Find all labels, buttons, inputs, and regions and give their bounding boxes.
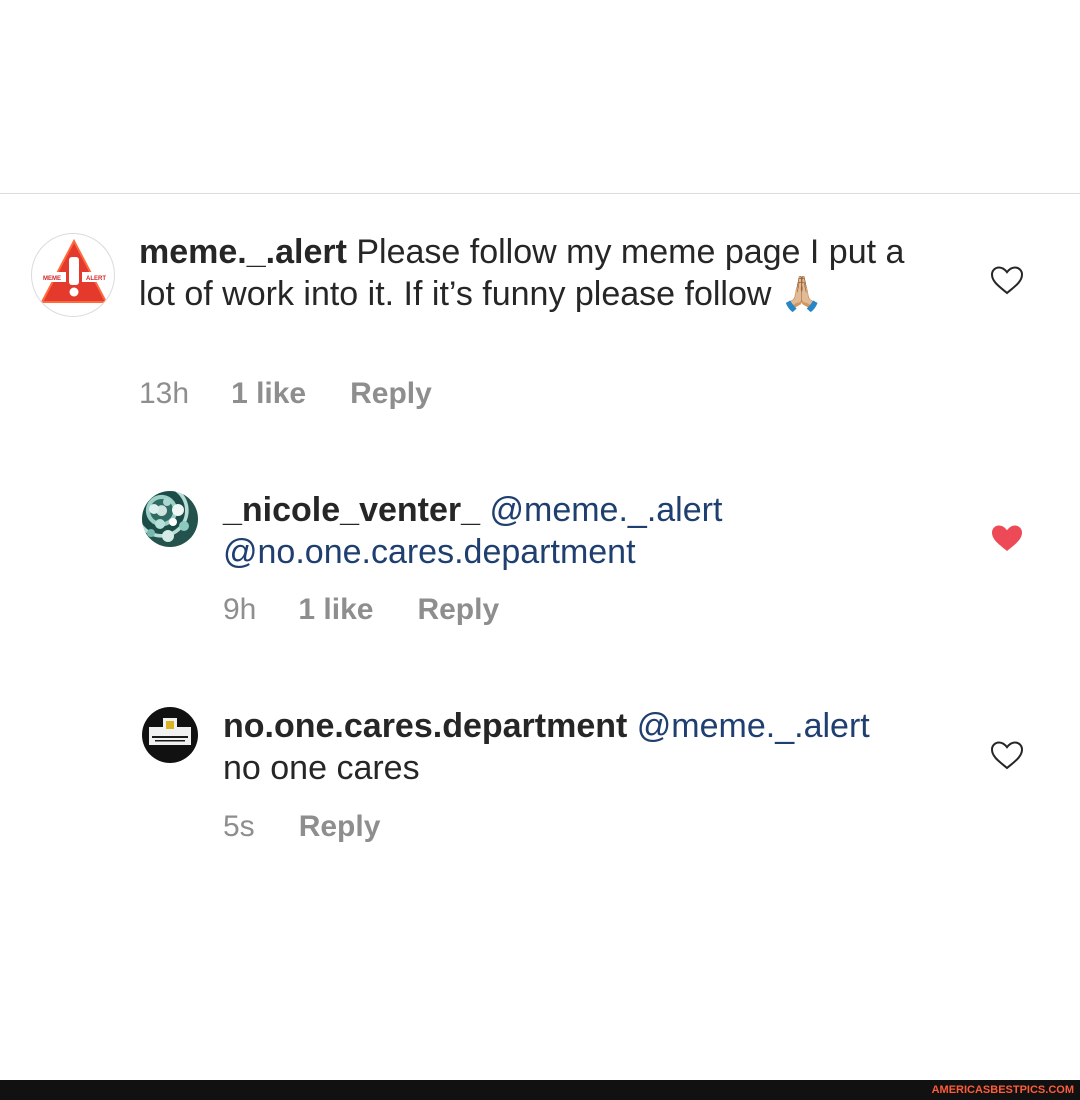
mention-link[interactable]: @no.one.cares.department — [223, 533, 636, 571]
timestamp: 9h — [223, 593, 257, 626]
avatar-label-left: MEME — [43, 276, 61, 282]
likes-count[interactable]: 1 like — [231, 377, 306, 411]
reply-button[interactable]: Reply — [417, 593, 499, 627]
badge-icon — [149, 718, 191, 745]
username-link[interactable]: _nicole_venter_ — [223, 491, 480, 529]
comment-meta: 9h 1 like Reply — [223, 593, 499, 627]
timestamp: 13h — [139, 377, 190, 410]
avatar[interactable]: MEME ALERT — [31, 233, 115, 317]
comment-meta: 13h 1 like Reply — [139, 377, 432, 411]
reply-button[interactable]: Reply — [350, 377, 432, 411]
mention-link[interactable]: @meme._.alert — [637, 707, 870, 745]
mention-link[interactable]: @meme._.alert — [489, 491, 722, 529]
username-link[interactable]: no.one.cares.department — [223, 707, 627, 745]
comment-body: no.one.cares.department @meme._.alert no… — [223, 705, 983, 789]
top-divider — [0, 193, 1080, 194]
avatar[interactable] — [142, 491, 198, 547]
watermark-text: AMERICASBESTPICS.COM — [931, 1084, 1074, 1096]
comment-body: _nicole_venter_ @meme._.alert @no.one.ca… — [223, 489, 953, 573]
avatar-texture-icon — [147, 498, 189, 542]
comment-meta: 5s Reply — [223, 810, 380, 844]
warning-triangle-icon: MEME ALERT — [38, 238, 110, 303]
praying-hands-emoji: 🙏🏼 — [780, 275, 824, 313]
watermark-bar — [0, 1080, 1080, 1100]
heart-filled-icon[interactable] — [990, 523, 1024, 553]
comment-body: meme._.alert Please follow my meme page … — [139, 231, 939, 315]
avatar[interactable] — [142, 707, 198, 763]
comment-text: no one cares — [223, 749, 420, 787]
timestamp: 5s — [223, 810, 255, 843]
likes-count[interactable]: 1 like — [298, 593, 373, 627]
heart-outline-icon[interactable] — [990, 265, 1024, 295]
heart-outline-icon[interactable] — [990, 740, 1024, 770]
avatar-label-right: ALERT — [86, 276, 106, 282]
reply-button[interactable]: Reply — [299, 810, 381, 844]
username-link[interactable]: meme._.alert — [139, 233, 347, 271]
